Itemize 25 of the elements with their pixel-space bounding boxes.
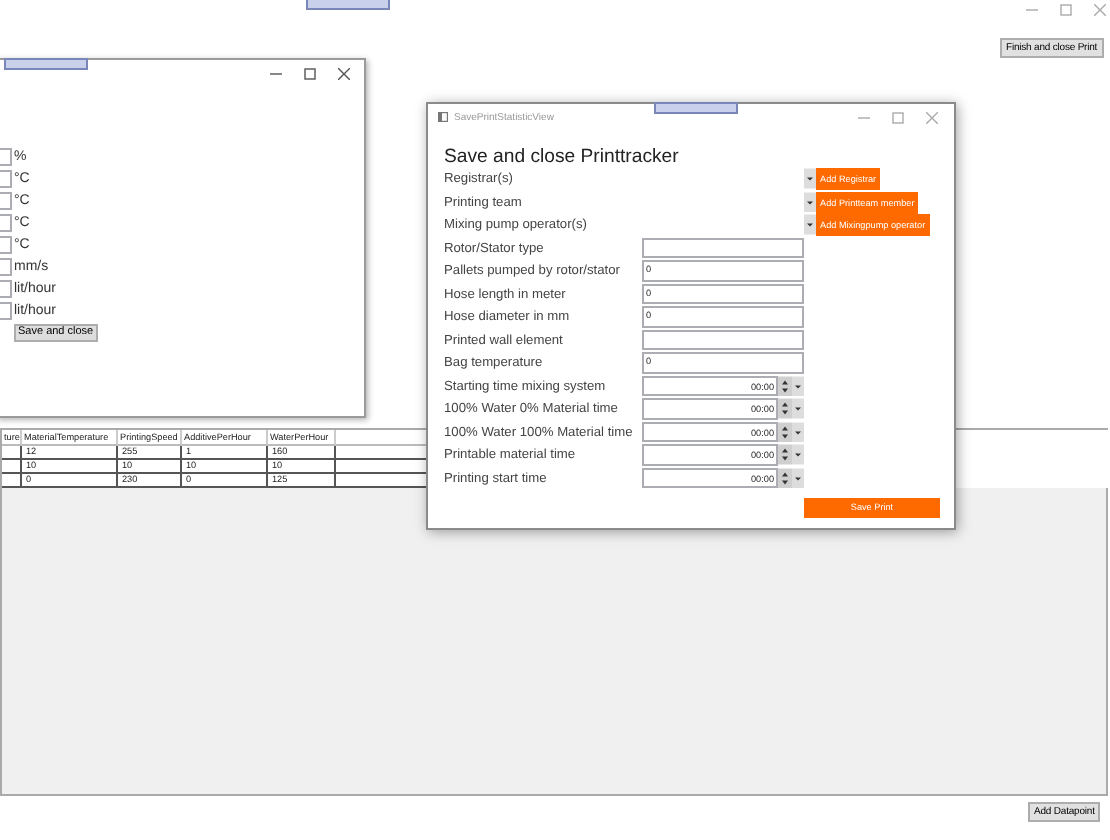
minimize-icon[interactable]	[270, 68, 282, 80]
spinner-icon[interactable]	[778, 398, 792, 420]
drag-handle[interactable]	[306, 0, 390, 10]
app-icon	[438, 112, 448, 122]
input-field[interactable]	[642, 329, 804, 351]
dropdown-icon[interactable]	[792, 444, 804, 466]
spinner-icon[interactable]	[778, 444, 792, 466]
spinner-icon[interactable]	[778, 375, 792, 397]
dropdown-icon[interactable]	[792, 398, 804, 420]
dropdown-icon[interactable]	[792, 421, 804, 443]
dropdown-icon[interactable]	[804, 168, 816, 189]
spinner-icon[interactable]	[778, 421, 792, 443]
dropdown-icon[interactable]	[792, 467, 804, 489]
drag-handle[interactable]	[4, 58, 88, 70]
spinner-icon[interactable]	[778, 467, 792, 489]
minimize-icon[interactable]	[1026, 4, 1038, 16]
close-icon[interactable]	[338, 68, 350, 80]
drag-handle[interactable]	[654, 102, 738, 114]
maximize-icon[interactable]	[304, 68, 316, 80]
input-field[interactable]	[642, 237, 804, 259]
dropdown-icon[interactable]	[792, 375, 804, 397]
dialog-heading: Save and close Printtracker	[444, 146, 681, 168]
minimize-icon[interactable]	[858, 112, 870, 124]
dropdown-icon[interactable]	[804, 191, 816, 212]
dropdown-icon[interactable]	[804, 214, 816, 235]
